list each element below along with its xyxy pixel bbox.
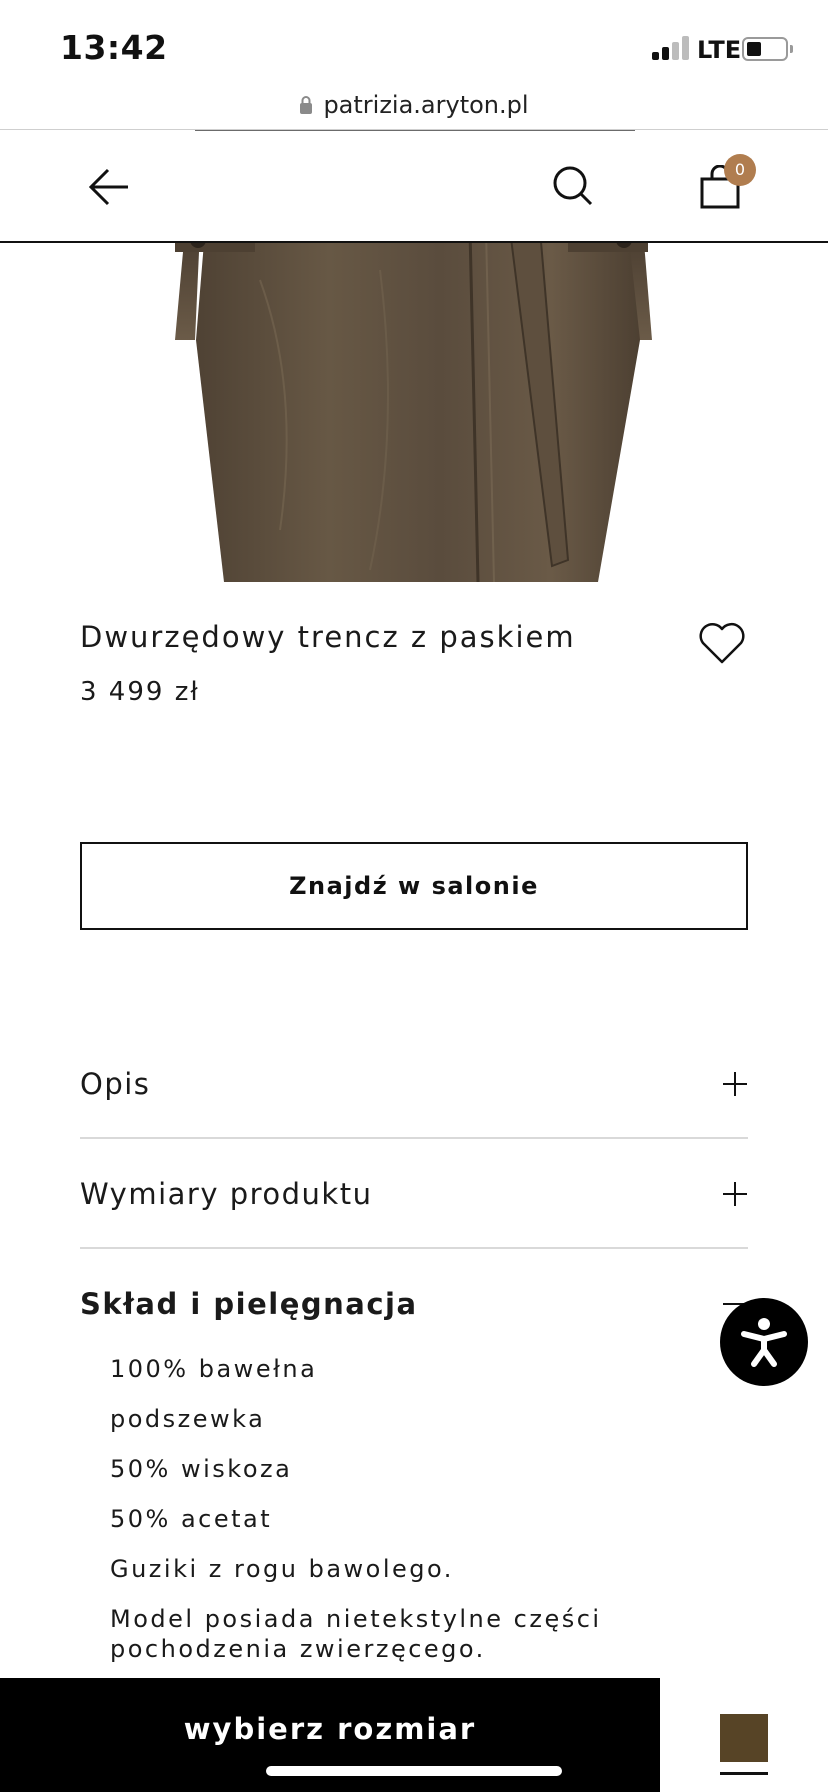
arrow-left-icon: [88, 168, 128, 206]
status-time: 13:42: [60, 28, 168, 67]
find-in-store-button[interactable]: Znajdź w salonie: [80, 842, 748, 930]
heart-icon: [699, 622, 745, 664]
care-list: 100% bawełna podszewka 50% wiskoza 50% a…: [110, 1354, 710, 1684]
care-item: Model posiada nietekstylne części pochod…: [110, 1605, 602, 1663]
product-price: 3 499 zł: [80, 677, 200, 707]
plus-icon: [723, 1182, 747, 1206]
care-item: 50% acetat: [110, 1505, 273, 1533]
back-button[interactable]: [88, 167, 130, 211]
site-header: [0, 131, 828, 243]
lock-icon: [300, 95, 313, 114]
accessibility-icon: [741, 1318, 787, 1367]
wishlist-button[interactable]: [698, 622, 746, 668]
care-item: 100% bawełna: [110, 1355, 318, 1383]
battery-tip: [790, 45, 793, 53]
accordion-title: Skład i pielęgnacja: [80, 1287, 418, 1321]
home-indicator: [266, 1766, 562, 1776]
care-item: Guziki z rogu bawolego.: [110, 1555, 454, 1583]
plus-icon: [723, 1072, 747, 1096]
status-bar: 13:42 LTE: [0, 0, 828, 80]
signal-icon: [652, 36, 690, 60]
color-swatch-button[interactable]: [660, 1678, 828, 1792]
color-swatch: [720, 1714, 768, 1762]
care-item: 50% wiskoza: [110, 1455, 293, 1483]
accordion-sklad[interactable]: Skład i pielęgnacja: [80, 1249, 748, 1359]
accordion-wymiary[interactable]: Wymiary produktu: [80, 1139, 748, 1249]
search-icon: [553, 166, 593, 206]
care-item: podszewka: [110, 1405, 266, 1433]
swatch-underline: [720, 1772, 768, 1775]
product-title: Dwurzędowy trencz z paskiem: [80, 620, 576, 654]
network-label: LTE: [697, 36, 742, 64]
accessibility-button[interactable]: [720, 1298, 808, 1386]
accordion-title: Wymiary produktu: [80, 1177, 373, 1211]
url-text: patrizia.aryton.pl: [323, 90, 529, 119]
battery-icon: [742, 37, 788, 61]
url-bar[interactable]: patrizia.aryton.pl: [0, 80, 828, 130]
accordion-opis[interactable]: Opis: [80, 1029, 748, 1139]
search-button[interactable]: [552, 165, 594, 211]
cart-count-badge: 0: [724, 154, 756, 186]
accordion-title: Opis: [80, 1067, 151, 1101]
